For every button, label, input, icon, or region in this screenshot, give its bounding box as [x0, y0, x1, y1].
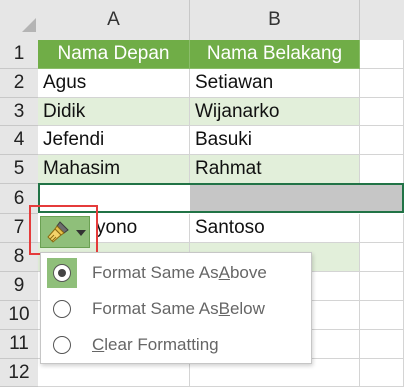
menu-item-label: Clear Formatting [92, 335, 219, 354]
radio-icon[interactable] [53, 336, 71, 354]
row-header-12[interactable]: 12 [0, 359, 38, 387]
cell-c11[interactable] [360, 330, 404, 359]
cell-b7[interactable]: Santoso [190, 214, 360, 243]
radio-icon[interactable] [53, 300, 71, 318]
cell-a1[interactable]: Nama Depan [38, 40, 190, 69]
insert-options-menu: Format Same As Above Format Same As Belo… [40, 252, 312, 364]
row-header-2[interactable]: 2 [0, 69, 38, 98]
cell-a2[interactable]: Agus [38, 69, 190, 98]
cell-b2[interactable]: Setiawan [190, 69, 360, 98]
cell-c4[interactable] [360, 126, 404, 155]
menu-item-format-same-as-below[interactable]: Format Same As Below [41, 291, 313, 327]
row-header-11[interactable]: 11 [0, 330, 38, 359]
cell-b4[interactable]: Basuki [190, 126, 360, 155]
cell-b1[interactable]: Nama Belakang [190, 40, 360, 69]
radio-selected-icon[interactable] [53, 264, 71, 282]
cell-a4[interactable]: Jefendi [38, 126, 190, 155]
cell-c2[interactable] [360, 69, 404, 98]
cell-c8[interactable] [360, 243, 404, 272]
row-header-5[interactable]: 5 [0, 155, 38, 184]
column-header-b[interactable]: B [190, 0, 360, 40]
cell-c5[interactable] [360, 155, 404, 184]
row-header-9[interactable]: 9 [0, 272, 38, 301]
cell-b5[interactable]: Rahmat [190, 155, 360, 184]
cell-c1[interactable] [360, 40, 404, 69]
row-header-4[interactable]: 4 [0, 126, 38, 155]
cell-c12[interactable] [360, 359, 404, 387]
row-header-3[interactable]: 3 [0, 98, 38, 126]
menu-item-format-same-as-above[interactable]: Format Same As Above [41, 255, 313, 291]
highlight-box [29, 205, 98, 255]
menu-item-clear-formatting[interactable]: Clear Formatting [41, 327, 313, 363]
cell-c10[interactable] [360, 301, 404, 330]
row-header-10[interactable]: 10 [0, 301, 38, 330]
menu-item-label: Format Same As Above [92, 263, 267, 282]
cell-c9[interactable] [360, 272, 404, 301]
select-all-corner[interactable] [22, 18, 36, 32]
cell-b3[interactable]: Wijanarko [190, 98, 360, 126]
cell-a5[interactable]: Mahasim [38, 155, 190, 184]
row-header-1[interactable]: 1 [0, 40, 38, 69]
cell-c7[interactable] [360, 214, 404, 243]
column-header-a[interactable]: A [38, 0, 190, 40]
cell-a3[interactable]: Didik [38, 98, 190, 126]
cell-c3[interactable] [360, 98, 404, 126]
menu-item-label: Format Same As Below [92, 299, 265, 318]
